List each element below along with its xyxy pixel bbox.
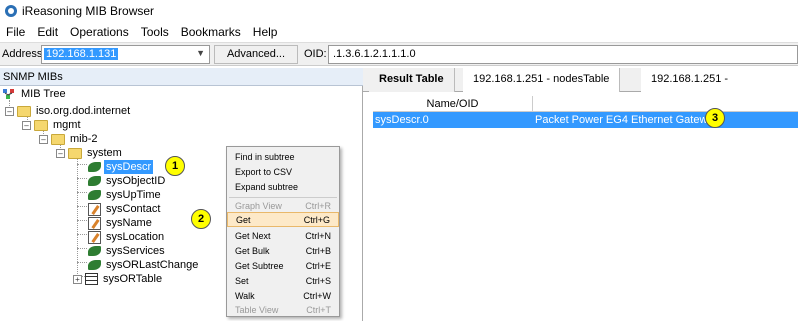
tree-label: mib-2 bbox=[70, 133, 98, 145]
address-value[interactable]: 192.168.1.131 bbox=[44, 48, 119, 60]
folder-icon bbox=[17, 105, 31, 117]
leaf-icon bbox=[88, 176, 101, 186]
tree-label: sysObjectID bbox=[106, 175, 166, 187]
menu-help[interactable]: Help bbox=[247, 25, 284, 39]
menu-tools[interactable]: Tools bbox=[135, 25, 175, 39]
tab-result-table[interactable]: Result Table bbox=[369, 68, 455, 92]
tree-label: MIB Tree bbox=[21, 88, 66, 100]
ctx-get-subtree[interactable]: Get Subtree Ctrl+E bbox=[227, 259, 339, 274]
callout-badge-2: 2 bbox=[191, 209, 211, 229]
menu-edit[interactable]: Edit bbox=[31, 25, 64, 39]
cell-value: Packet Power EG4 Ethernet Gateway bbox=[535, 114, 720, 126]
tree-node-internet[interactable]: – iso.org.dod.internet bbox=[5, 104, 132, 118]
tree-label: sysORTable bbox=[103, 273, 163, 285]
result-pane: Result Table 192.168.1.251 - nodesTable … bbox=[363, 68, 798, 321]
menu-bookmarks[interactable]: Bookmarks bbox=[175, 25, 247, 39]
menu-operations[interactable]: Operations bbox=[64, 25, 135, 39]
tree-leaf-sysorlastchange[interactable]: sysORLastChange bbox=[88, 258, 200, 272]
tree-label: sysORLastChange bbox=[106, 259, 199, 271]
ctx-walk[interactable]: Walk Ctrl+W bbox=[227, 289, 339, 304]
tree-label: sysUpTime bbox=[106, 189, 161, 201]
table-row[interactable]: sysDescr.0 Packet Power EG4 Ethernet Gat… bbox=[373, 112, 798, 128]
callout-badge-3: 3 bbox=[705, 108, 725, 128]
expand-icon[interactable]: + bbox=[73, 274, 82, 284]
tab-nodes-table[interactable]: 192.168.1.251 - nodesTable bbox=[463, 68, 621, 92]
ctx-get-bulk[interactable]: Get Bulk Ctrl+B bbox=[227, 244, 339, 259]
pane-header: SNMP MIBs bbox=[0, 68, 363, 86]
leaf-icon bbox=[88, 260, 101, 270]
writable-pencil-icon bbox=[88, 202, 101, 216]
tree-node-sysortable[interactable]: + sysORTable bbox=[73, 272, 164, 286]
ctx-get-next[interactable]: Get Next Ctrl+N bbox=[227, 229, 339, 244]
address-label: Address: bbox=[2, 48, 46, 60]
address-combobox[interactable]: 192.168.1.131 ▼ bbox=[41, 45, 210, 64]
tree-leaf-sysname[interactable]: sysName bbox=[88, 216, 154, 230]
result-tabs: Result Table 192.168.1.251 - nodesTable … bbox=[363, 68, 798, 107]
context-menu: Find in subtree Export to CSV Expand sub… bbox=[226, 146, 340, 317]
menu-separator bbox=[229, 197, 337, 198]
folder-icon bbox=[51, 133, 65, 145]
leaf-icon bbox=[88, 190, 101, 200]
menu-file[interactable]: File bbox=[0, 25, 31, 39]
advanced-button[interactable]: Advanced... bbox=[214, 45, 298, 64]
writable-pencil-icon bbox=[88, 230, 101, 244]
leaf-icon bbox=[88, 246, 101, 256]
tree-node-root[interactable]: MIB Tree bbox=[2, 87, 68, 101]
ctx-set[interactable]: Set Ctrl+S bbox=[227, 274, 339, 289]
writable-pencil-icon bbox=[88, 216, 101, 230]
folder-icon bbox=[68, 147, 82, 159]
tree-node-system[interactable]: – system bbox=[56, 146, 124, 160]
tree-label: iso.org.dod.internet bbox=[36, 105, 131, 117]
oid-label: OID: bbox=[304, 48, 327, 60]
tree-node-mgmt[interactable]: – mgmt bbox=[22, 118, 83, 132]
tree-leaf-syslocation[interactable]: sysLocation bbox=[88, 230, 166, 244]
title-bar: iReasoning MIB Browser bbox=[0, 0, 798, 22]
tree-leaf-syscontact[interactable]: sysContact bbox=[88, 202, 162, 216]
tree-label: sysName bbox=[106, 217, 152, 229]
menu-bar: File Edit Operations Tools Bookmarks Hel… bbox=[0, 22, 798, 42]
tree-root-icon bbox=[3, 89, 14, 99]
tree-label: sysContact bbox=[106, 203, 161, 215]
tree-label: sysDescr bbox=[104, 160, 154, 174]
chevron-down-icon[interactable]: ▼ bbox=[196, 48, 205, 58]
tree-leaf-sysdescr[interactable]: sysDescr bbox=[88, 160, 154, 174]
ctx-expand-subtree[interactable]: Expand subtree bbox=[227, 180, 339, 195]
table-icon bbox=[85, 273, 98, 285]
cell-name: sysDescr.0 bbox=[375, 114, 429, 126]
tree-leaf-sysuptime[interactable]: sysUpTime bbox=[88, 188, 163, 202]
callout-badge-1: 1 bbox=[165, 156, 185, 176]
tree-label: mgmt bbox=[53, 119, 81, 131]
table-header: Name/OID bbox=[373, 96, 798, 112]
collapse-icon[interactable]: – bbox=[56, 148, 65, 158]
ctx-get[interactable]: Get Ctrl+G bbox=[227, 212, 339, 227]
tree-label: sysServices bbox=[106, 245, 165, 257]
window-title: iReasoning MIB Browser bbox=[22, 4, 155, 18]
tree-leaf-sysobjectid[interactable]: sysObjectID bbox=[88, 174, 167, 188]
tree-label: sysLocation bbox=[106, 231, 165, 243]
tree-label: system bbox=[87, 147, 122, 159]
tree-node-mib2[interactable]: – mib-2 bbox=[39, 132, 100, 146]
ctx-find-in-subtree[interactable]: Find in subtree bbox=[227, 150, 339, 165]
column-header-name-oid[interactable]: Name/OID bbox=[373, 96, 533, 112]
ctx-table-view: Table View Ctrl+T bbox=[235, 305, 331, 315]
column-header-value[interactable] bbox=[533, 96, 798, 112]
address-toolbar: Address: 192.168.1.131 ▼ Advanced... OID… bbox=[0, 42, 798, 66]
ctx-export-csv[interactable]: Export to CSV bbox=[227, 165, 339, 180]
collapse-icon[interactable]: – bbox=[5, 106, 14, 116]
collapse-icon[interactable]: – bbox=[22, 120, 31, 130]
app-logo-icon bbox=[5, 5, 17, 17]
folder-icon bbox=[34, 119, 48, 131]
leaf-icon bbox=[88, 162, 101, 172]
collapse-icon[interactable]: – bbox=[39, 134, 48, 144]
oid-input[interactable]: .1.3.6.1.2.1.1.1.0 bbox=[328, 45, 798, 64]
tree-leaf-sysservices[interactable]: sysServices bbox=[88, 244, 167, 258]
tab-readings-table[interactable]: 192.168.1.251 - readingsTable bbox=[641, 68, 798, 107]
